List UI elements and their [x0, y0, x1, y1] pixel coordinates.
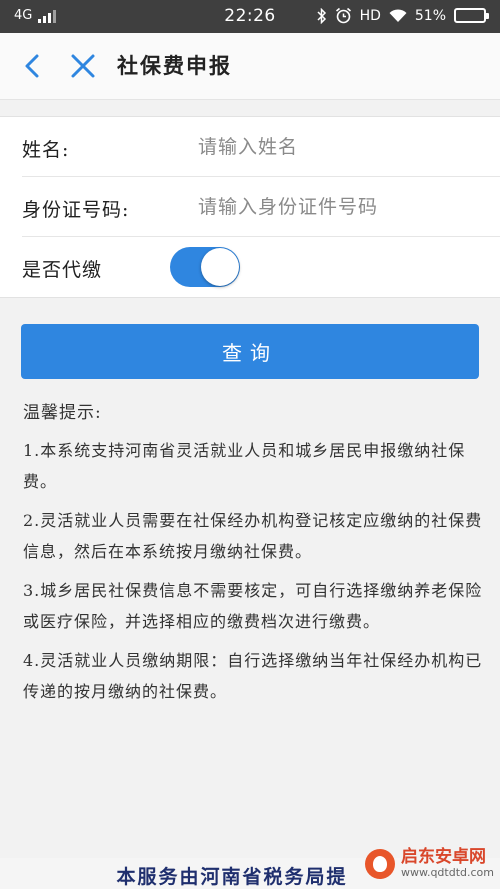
- tips-section: 温馨提示: 1.本系统支持河南省灵活就业人员和城乡居民申报缴纳社保费。 2.灵活…: [23, 398, 483, 715]
- watermark: 启东安卓网 www.qdtdtd.com: [364, 848, 494, 879]
- status-bar: 4G 22:26 HD 51%: [0, 0, 500, 33]
- proxy-payment-toggle[interactable]: [170, 247, 240, 287]
- name-input[interactable]: [198, 131, 488, 163]
- name-label: 姓名:: [22, 139, 70, 161]
- id-label: 身份证号码:: [22, 199, 130, 221]
- back-icon[interactable]: [18, 51, 48, 81]
- bluetooth-icon: [317, 7, 326, 24]
- id-row: 身份证号码:: [22, 177, 500, 237]
- tip-item-1: 1.本系统支持河南省灵活就业人员和城乡居民申报缴纳社保费。: [23, 441, 466, 491]
- alarm-icon: [335, 7, 351, 24]
- battery-percent: 51%: [414, 7, 446, 24]
- declaration-form: 姓名: 身份证号码: 是否代缴: [0, 116, 500, 298]
- status-right: HD 51%: [316, 7, 489, 24]
- toggle-knob: [201, 248, 239, 286]
- nav-bar: 社保费申报: [0, 33, 500, 100]
- battery-icon: [454, 8, 489, 23]
- tip-item-2: 2.灵活就业人员需要在社保经办机构登记核定应缴纳的社保费信息，然后在本系统按月缴…: [23, 511, 483, 561]
- tips-title: 温馨提示:: [23, 403, 102, 423]
- watermark-logo-icon: [364, 848, 395, 879]
- tip-item-3: 3.城乡居民社保费信息不需要核定，可自行选择缴纳养老保险或医疗保险，并选择相应的…: [23, 581, 483, 631]
- watermark-text: 启东安卓网 www.qdtdtd.com: [401, 848, 494, 879]
- name-row: 姓名:: [22, 117, 500, 177]
- tip-item-4: 4.灵活就业人员缴纳期限：自行选择缴纳当年社保经办机构已传递的按月缴纳的社保费。: [23, 651, 483, 701]
- query-button[interactable]: 查询: [21, 324, 479, 379]
- wifi-icon: [389, 8, 407, 22]
- close-icon[interactable]: [68, 51, 98, 81]
- proxy-label: 是否代缴: [22, 259, 103, 281]
- page-title: 社保费申报: [117, 53, 232, 78]
- watermark-name: 启东安卓网: [400, 847, 486, 868]
- watermark-url: www.qdtdtd.com: [400, 865, 494, 879]
- id-number-input[interactable]: [198, 191, 488, 223]
- footer-text: 本服务由河南省税务局提: [116, 866, 348, 888]
- hd-label: HD: [359, 7, 381, 24]
- proxy-row: 是否代缴: [22, 237, 500, 297]
